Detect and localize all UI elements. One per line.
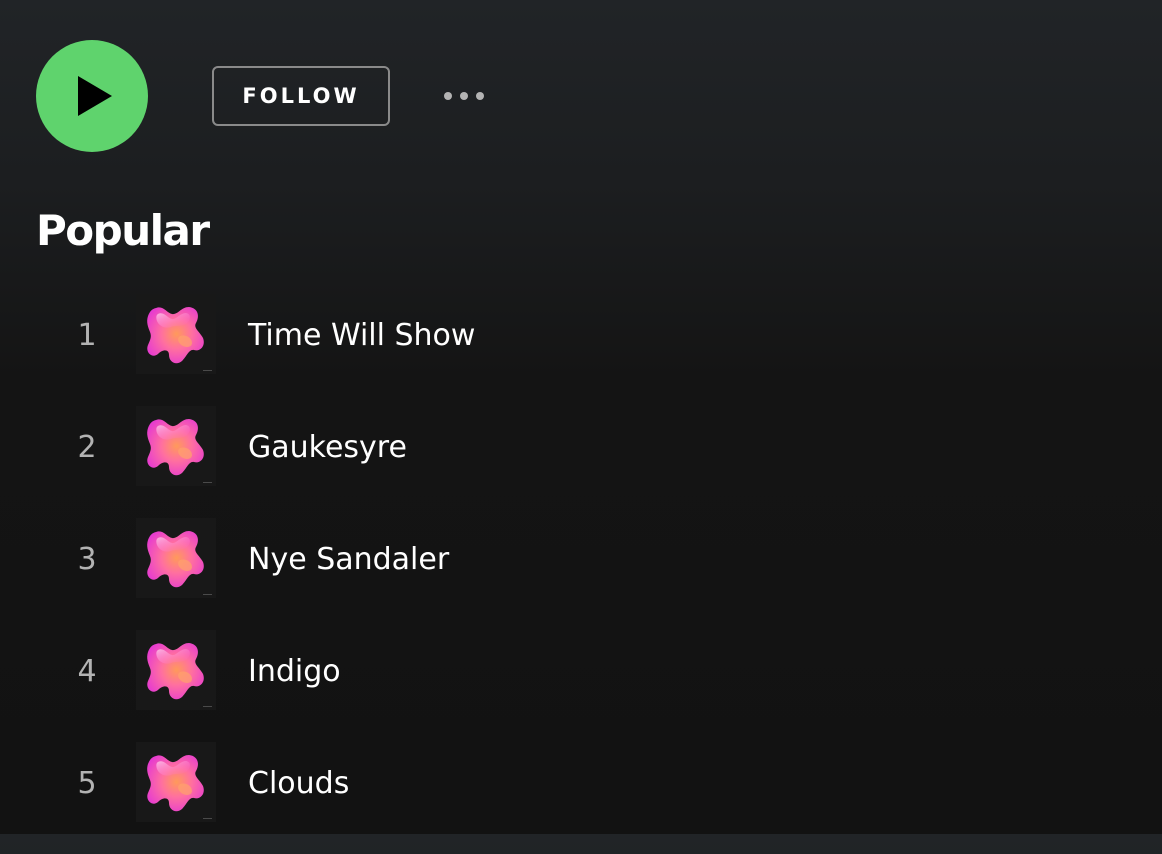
album-art — [136, 518, 216, 598]
play-button[interactable] — [36, 40, 148, 152]
album-art — [136, 742, 216, 822]
track-list: 1 Time Will Show 2 Gaukesyre 3 Nye Sanda… — [0, 294, 1162, 854]
more-options-button[interactable] — [444, 76, 484, 116]
track-number: 2 — [77, 430, 97, 465]
track-title[interactable]: Time Will Show — [248, 316, 475, 356]
track-number: 4 — [77, 654, 97, 689]
section-title-popular: Popular — [36, 206, 210, 255]
track-number: 3 — [77, 542, 97, 577]
play-icon — [78, 76, 112, 116]
track-row[interactable]: 4 Indigo — [0, 630, 1162, 742]
album-art — [136, 630, 216, 710]
track-row[interactable]: 5 Clouds — [0, 742, 1162, 854]
track-title[interactable]: Clouds — [248, 764, 349, 804]
more-options-icon — [444, 92, 452, 100]
track-row[interactable]: 3 Nye Sandaler — [0, 518, 1162, 630]
track-title[interactable]: Gaukesyre — [248, 428, 407, 468]
follow-button[interactable]: FOLLOW — [212, 66, 390, 126]
track-number: 5 — [77, 766, 97, 801]
more-options-icon — [460, 92, 468, 100]
track-title[interactable]: Indigo — [248, 652, 341, 692]
track-number: 1 — [77, 318, 97, 353]
track-title[interactable]: Nye Sandaler — [248, 540, 449, 580]
track-row[interactable]: 1 Time Will Show — [0, 294, 1162, 406]
more-options-icon — [476, 92, 484, 100]
album-art — [136, 294, 216, 374]
album-art — [136, 406, 216, 486]
track-row[interactable]: 2 Gaukesyre — [0, 406, 1162, 518]
action-bar: FOLLOW — [36, 40, 484, 152]
